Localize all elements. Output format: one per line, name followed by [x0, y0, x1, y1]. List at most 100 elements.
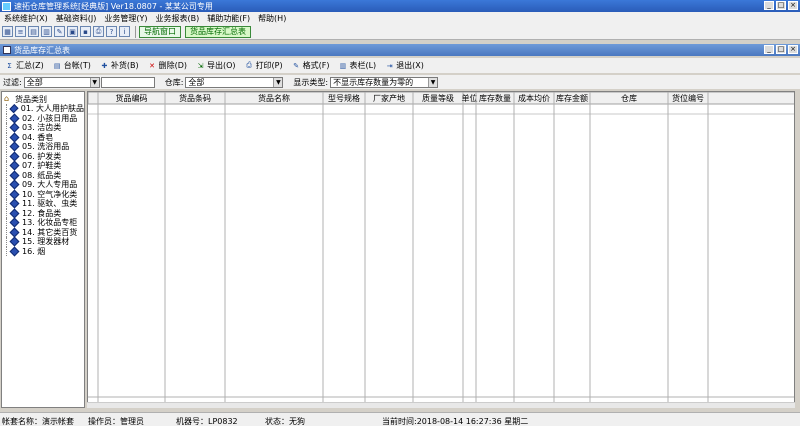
app-icon [2, 1, 11, 11]
column-header[interactable]: 货位编号 [672, 93, 704, 103]
ledger-icon: ▤ [53, 61, 61, 70]
report-toolbar: Σ 汇总(Z) ▤ 台帐(T) ✚ 补货(B) ✕ 删除(D) ⇲ 导出(O) ⎙ 打印(P… [0, 58, 800, 73]
app-title: 速拓仓库管理系统[经典版] Ver18.0807 - 某某公司专用 [14, 1, 213, 11]
toolbar-divider [135, 25, 136, 38]
column-header[interactable]: 货品名称 [258, 93, 290, 103]
menu-system[interactable]: 系统维护(X) [0, 13, 52, 24]
print-icon[interactable]: ⎙ [93, 26, 104, 37]
book-icon [9, 198, 20, 209]
menu-help[interactable]: 帮助(H) [254, 13, 290, 24]
horizontal-scrollbar[interactable] [87, 402, 795, 408]
main-toolbar: ▦ ≡ ▤ ▥ ✎ ▣ ▪ ⎙ ? i 导航窗口 货品库存汇总表 [0, 24, 800, 40]
menu-basic-data[interactable]: 基础资料(J) [52, 13, 101, 24]
filter-value: 全部 [26, 77, 43, 87]
window-controls: _ □ × [764, 1, 798, 10]
export-icon: ⇲ [197, 61, 204, 70]
delete-icon: ✕ [149, 61, 156, 70]
column-header[interactable]: 厂家产地 [373, 93, 405, 103]
book-icon [9, 141, 20, 152]
maximize-button[interactable]: □ [776, 1, 786, 10]
column-header[interactable]: 型号规格 [328, 93, 360, 103]
columns-button[interactable]: ▥ 表栏(L) [335, 59, 379, 72]
format-button[interactable]: ✎ 格式(F) [289, 59, 333, 72]
status-bar: 帐套名称：演示帐套 操作员：管理员 机器号：LP0832 状态：无狗 当前时间:… [0, 412, 800, 426]
list-icon[interactable]: ≡ [15, 26, 26, 37]
format-icon: ✎ [293, 61, 300, 70]
columns-icon: ▥ [339, 61, 347, 70]
book-icon [9, 246, 20, 257]
save-icon[interactable]: ▪ [80, 26, 91, 37]
form-icon[interactable]: ▥ [41, 26, 52, 37]
warehouse-label: 仓库: [164, 77, 184, 87]
category-tree: ⌂ 货品类别 01. 大人用护肤品 02. 小孩日用品 03. 洁齿类 04. … [1, 91, 85, 408]
exit-button[interactable]: ⇥ 退出(X) [382, 59, 427, 72]
display-type-label: 显示类型: [293, 77, 329, 87]
exit-icon: ⇥ [386, 61, 393, 70]
print-button[interactable]: ⎙ 打印(P) [242, 59, 286, 72]
help-icon[interactable]: ? [106, 26, 117, 37]
ledger-button[interactable]: ▤ 台帐(T) [50, 59, 94, 72]
table-icon[interactable]: ▤ [28, 26, 39, 37]
column-header[interactable]: 成本均价 [518, 93, 550, 103]
warehouse-select[interactable]: 全部 ▼ [185, 76, 284, 88]
column-header[interactable]: 质量等级 [422, 93, 454, 103]
tree-item[interactable]: 16. 烟 [2, 246, 84, 257]
tab-stock-summary[interactable]: 货品库存汇总表 [185, 25, 251, 38]
warehouse-value: 全部 [188, 77, 205, 87]
menu-tools[interactable]: 辅助功能(F) [203, 13, 254, 24]
info-icon[interactable]: i [119, 26, 130, 37]
column-header[interactable]: 库存金额 [556, 93, 588, 103]
chevron-down-icon[interactable]: ▼ [89, 77, 99, 87]
filter-text-input[interactable] [100, 76, 155, 88]
filter-bar: 过滤: 全部 ▼ 仓库: 全部 ▼ 显示类型: 不显示库存数量为零的 ▼ [0, 75, 800, 89]
book-icon [9, 104, 19, 114]
display-type-value: 不显示库存数量为零的 [333, 77, 414, 87]
book-icon [9, 236, 20, 247]
column-header[interactable]: 货品编码 [116, 93, 148, 103]
edit-icon[interactable]: ✎ [54, 26, 65, 37]
stock-table-grid: 货品编码 货品条码 货品名称 型号规格 厂家产地 质量等级 单位 库存数量 成本均价 库存金额 仓库… [88, 92, 794, 407]
grid-icon[interactable]: ▦ [2, 26, 13, 37]
stock-table[interactable]: 货品编码 货品条码 货品名称 型号规格 厂家产地 质量等级 单位 库存数量 成本均价 库存金额 仓库… [87, 91, 795, 408]
status-machine: 机器号：LP0832 [176, 417, 238, 426]
app-title-bar: 速拓仓库管理系统[经典版] Ver18.0807 - 某某公司专用 _ □ × [0, 0, 800, 12]
column-header[interactable]: 货品条码 [179, 93, 211, 103]
column-header[interactable]: 仓库 [621, 93, 637, 103]
status-state: 状态：无狗 [265, 417, 305, 426]
status-operator: 操作员：管理员 [88, 417, 144, 426]
restock-icon: ✚ [101, 61, 108, 70]
filter-select[interactable]: 全部 ▼ [23, 76, 100, 88]
report-window-title-bar: 货品库存汇总表 _ □ × [0, 44, 800, 56]
report-minimize-button[interactable]: _ [764, 45, 774, 54]
report-window-controls: _ □ × [764, 45, 798, 54]
inbox-icon[interactable]: ▣ [67, 26, 78, 37]
restock-button[interactable]: ✚ 补货(B) [97, 59, 142, 72]
printer-icon: ⎙ [246, 61, 252, 69]
filter-label: 过滤: [3, 77, 22, 87]
book-icon [9, 217, 20, 228]
book-icon [9, 179, 20, 190]
report-close-button[interactable]: × [788, 45, 798, 54]
column-header[interactable]: 库存数量 [479, 93, 511, 103]
menu-reports[interactable]: 业务报表(B) [151, 13, 203, 24]
sigma-icon: Σ [7, 61, 12, 70]
summary-button[interactable]: Σ 汇总(Z) [2, 59, 47, 72]
tab-nav-window[interactable]: 导航窗口 [139, 25, 181, 38]
chevron-down-icon[interactable]: ▼ [428, 77, 438, 87]
report-maximize-button[interactable]: □ [776, 45, 786, 54]
minimize-button[interactable]: _ [764, 1, 774, 10]
status-time: 当前时间:2018-08-14 16:27:36 星期二 [382, 417, 529, 426]
book-icon [9, 160, 20, 171]
home-icon: ⌂ [4, 94, 10, 103]
report-window-title: 货品库存汇总表 [14, 45, 70, 55]
close-button[interactable]: × [788, 1, 798, 10]
delete-button[interactable]: ✕ 删除(D) [145, 59, 190, 72]
menu-bar: 系统维护(X) 基础资料(J) 业务管理(Y) 业务报表(B) 辅助功能(F) … [0, 12, 800, 24]
chevron-down-icon[interactable]: ▼ [273, 77, 283, 87]
display-type-select[interactable]: 不显示库存数量为零的 ▼ [330, 76, 439, 88]
menu-business[interactable]: 业务管理(Y) [100, 13, 151, 24]
column-header[interactable]: 单位 [462, 93, 478, 103]
book-icon [9, 122, 20, 133]
export-button[interactable]: ⇲ 导出(O) [193, 59, 239, 72]
status-account: 帐套名称：演示帐套 [2, 417, 74, 426]
